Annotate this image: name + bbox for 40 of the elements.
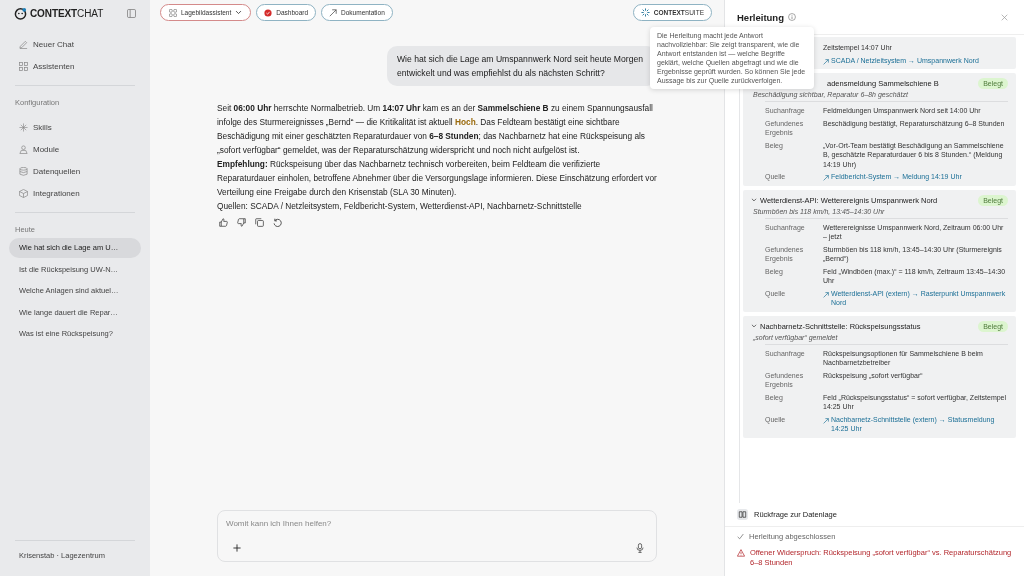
sources-text: Quellen: SCADA / Netzleitsystem, Feldbericht-System, Wetterdienst-API, Nachbarnetz-Schnittstelle xyxy=(217,200,583,213)
status-icon xyxy=(264,8,273,17)
retry-icon[interactable] xyxy=(273,218,282,227)
external-link-icon xyxy=(329,8,338,17)
arrow-icon xyxy=(823,58,829,65)
nav-item[interactable]: Assistenten xyxy=(9,55,141,77)
arrow-icon xyxy=(823,291,829,298)
grid-icon xyxy=(169,8,177,17)
book-icon[interactable] xyxy=(737,509,748,520)
nav-item[interactable]: Neuer Chat xyxy=(9,33,141,55)
thumbs-down-icon[interactable] xyxy=(237,218,246,227)
panel-title: Herleitung xyxy=(737,11,784,23)
recommendation-paragraph: Empfehlung: Rückspeisung über das Nachbarnetz technisch vorbereiten, beim Feldteam die verifizierte Reparaturdauer einholen, betroffene Abnehmer über die Versorgungslage informieren. Diese Einschätzung erfordert vor Verteilung eine Freigabe durch den Krisenstab (SLA 30 Minuten). xyxy=(217,158,657,199)
caret-icon xyxy=(235,10,243,15)
plus-icon[interactable] xyxy=(233,544,241,552)
chevron-icon[interactable] xyxy=(751,197,757,203)
logo-icon xyxy=(14,6,27,20)
answer-paragraph: Seit 06:00 Uhr herrschte Normalbetrieb. Um 14:07 Uhr kam es an der Sammelschiene B zu einem Spannungsausfall infolge des Sturmereignisses „Bernd“ — die Kritikalität ist aktuell Hoch. Das Feldteam bestätigt eine sichtbare Beschädigung mit einer geschätzten Reparaturdauer von 6–8 Stunden; das Nachbarnetz hat eine Rückspeisung als „sofort verfügbar“ gemeldet, was der Reparaturschätzung widerspricht und noch nicht aufgelöst ist. xyxy=(217,102,654,157)
grid-icon xyxy=(19,61,28,71)
brand-name: CONTEXTCHAT xyxy=(30,7,104,19)
person-icon xyxy=(19,144,28,154)
copy-icon[interactable] xyxy=(255,218,264,227)
microphone-icon[interactable] xyxy=(636,543,644,553)
nav-item[interactable]: Integrationen xyxy=(9,182,141,204)
nav-item[interactable]: Datenquellen xyxy=(9,160,141,182)
thumbs-up-icon[interactable] xyxy=(219,218,228,227)
warning-icon xyxy=(737,549,745,557)
cube-icon xyxy=(19,188,28,198)
check-icon xyxy=(737,533,744,540)
nav-item[interactable]: Skills xyxy=(9,116,141,138)
sunburst-icon xyxy=(640,8,650,17)
database-icon xyxy=(19,166,28,176)
sparkle-icon xyxy=(19,122,28,132)
pencil-icon xyxy=(19,39,28,49)
nav-item[interactable]: Module xyxy=(9,138,141,160)
chevron-icon[interactable] xyxy=(751,323,757,329)
sidebar-toggle-icon[interactable] xyxy=(127,8,136,18)
arrow-icon xyxy=(823,417,829,424)
arrow-icon xyxy=(823,175,829,181)
message-input[interactable]: Womit kann ich Ihnen helfen? xyxy=(226,519,648,528)
